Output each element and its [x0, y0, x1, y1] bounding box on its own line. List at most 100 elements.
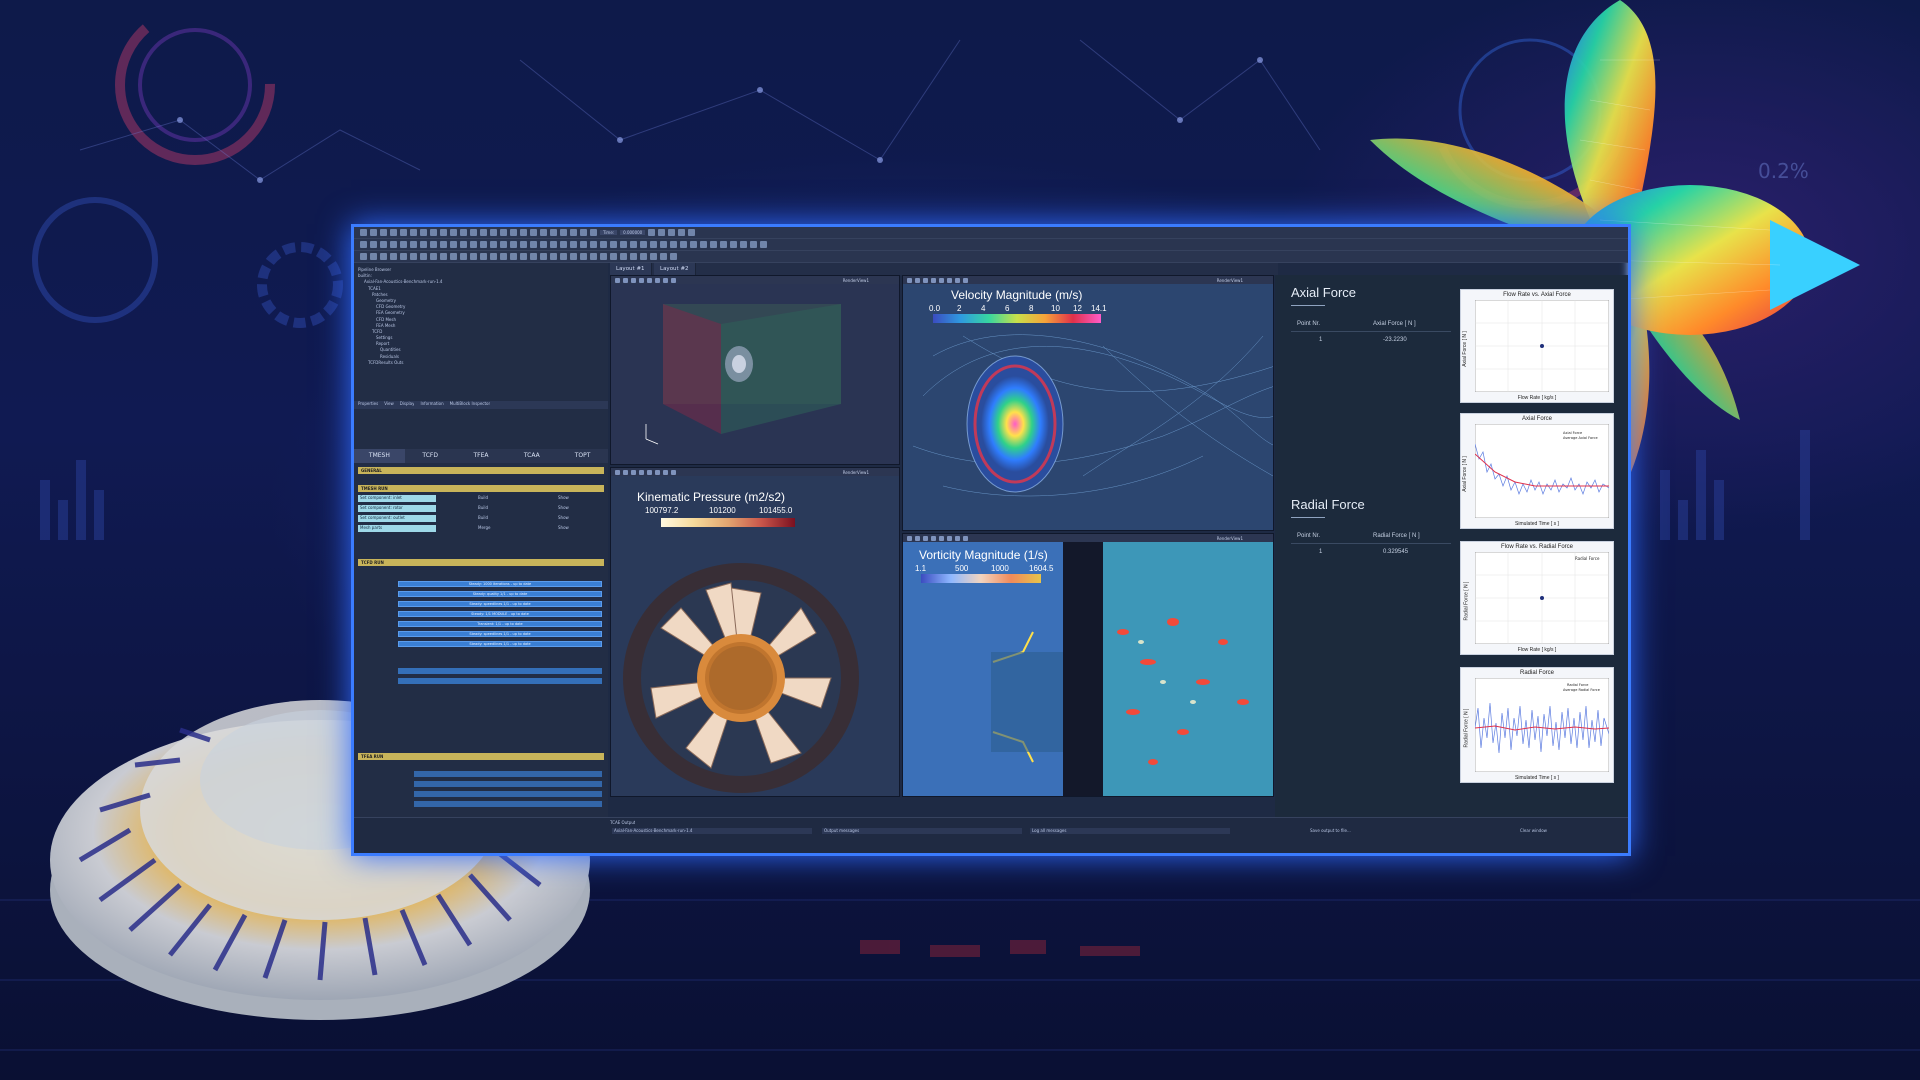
plot-title: Radial Force — [1519, 670, 1554, 676]
plot-radial-time[interactable]: Radial Force Radial Force Average Radial… — [1460, 667, 1614, 783]
tcfd-status-bar[interactable]: Transient: 1/1 - up to date — [398, 621, 602, 627]
tmesh-row[interactable]: Set component: inlet Build Show — [358, 494, 604, 504]
tmesh-rows: Set component: inlet Build Show Set comp… — [358, 494, 604, 534]
output-type-dropdown[interactable]: Output messages — [822, 828, 1022, 834]
plot-axial-time[interactable]: Axial Force Axial Force Average Axial Fo… — [1460, 413, 1614, 529]
tab-tcaa[interactable]: TCAA — [506, 449, 557, 463]
hero-scene: 0.2% Time: 0.000000 Pipeline Browser bui… — [0, 0, 1920, 1080]
render-view-velocity[interactable]: RenderView1 Velocity Magnitude (m/s) 0.0… — [902, 275, 1274, 531]
tab-display[interactable]: Display — [400, 401, 415, 409]
legend-entry: Radial Force — [1575, 556, 1600, 561]
plot-ylabel: Axial Force [ N ] — [1461, 331, 1468, 367]
plot-ylabel: Radial Force [ N ] — [1463, 581, 1470, 621]
tcfd-status-bar[interactable]: Steady: 1000 iterations - up to date — [398, 581, 602, 587]
pipeline-browser[interactable]: Pipeline Browser builtin: Axial-Fan-Acou… — [358, 267, 604, 397]
legend-entry: Average Radial Force — [1563, 688, 1600, 692]
tab-multiblock[interactable]: MultiBlock Inspector — [450, 401, 491, 409]
render-view-geometry[interactable]: RenderView1 — [610, 275, 900, 465]
tab-topt[interactable]: TOPT — [557, 449, 608, 463]
secondary-toolbar[interactable] — [354, 239, 1628, 251]
velocity-colorbar-title: Velocity Magnitude (m/s) — [951, 288, 1083, 302]
pressure-colorbar — [661, 518, 795, 527]
show-button[interactable]: Show — [558, 515, 569, 521]
colorbar-tick: 10 — [1051, 304, 1060, 313]
tmesh-row[interactable]: Mesh parts Merge Show — [358, 524, 604, 534]
colorbar-tick: 2 — [957, 304, 962, 313]
tcfd-status-bar[interactable]: Steady: 1/1 MODULE - up to date — [398, 611, 602, 617]
colorbar-tick: 101455.0 — [759, 506, 793, 515]
show-button[interactable]: Show — [558, 495, 569, 501]
show-button[interactable]: Show — [558, 525, 569, 531]
output-panel: TCAE Output Axial-Fan-Acoustics-Benchmar… — [354, 817, 1628, 853]
plot-flowrate-radial[interactable]: Flow Rate vs. Radial Force Radial Force … — [1460, 541, 1614, 655]
build-button[interactable]: Build — [478, 495, 488, 501]
merge-button[interactable]: Merge — [478, 525, 491, 531]
clear-window-button[interactable]: Clear window — [1520, 828, 1547, 834]
section-general: GENERAL — [358, 467, 604, 474]
radial-col-force: Radial Force [ N ] — [1373, 533, 1420, 539]
show-button[interactable]: Show — [558, 505, 569, 511]
colorbar-tick: 100797.2 — [645, 506, 679, 515]
colorbar-tick: 4 — [981, 304, 986, 313]
tmesh-row[interactable]: Set component: rotor Build Show — [358, 504, 604, 514]
left-panel: Pipeline Browser builtin: Axial-Fan-Acou… — [354, 263, 608, 853]
app-window: Time: 0.000000 Pipeline Browser builtin:… — [351, 224, 1631, 856]
legend-entry: Radial Force — [1567, 683, 1588, 687]
colorbar-tick: 1604.5 — [1029, 564, 1054, 573]
build-button[interactable]: Build — [478, 515, 488, 521]
main-toolbar[interactable]: Time: 0.000000 — [354, 227, 1628, 239]
filters-toolbar[interactable] — [354, 251, 1628, 263]
plot-xlabel: Flow Rate [ kg/s ] — [1517, 647, 1557, 653]
pipeline-item[interactable]: TCFDResults Outs — [358, 360, 604, 366]
output-source-dropdown[interactable]: Axial-Fan-Acoustics-Benchmark-run-1.4 — [612, 828, 812, 834]
tcfd-status-bar[interactable]: Steady: speedlines 1/1 - up to date — [398, 641, 602, 647]
axial-force-heading: Axial Force — [1291, 285, 1357, 300]
tab-properties[interactable]: Properties — [358, 401, 378, 409]
colorbar-tick: 6 — [1005, 304, 1010, 313]
save-output-button[interactable]: Save output to file... — [1310, 828, 1351, 834]
colorbar-tick: 1000 — [991, 564, 1009, 573]
vorticity-colorbar — [921, 574, 1041, 583]
plot-area: Radial Force — [1475, 552, 1609, 644]
render-view-pressure[interactable]: RenderView1 Kinematic Pressure (m2/s2) 1… — [610, 467, 900, 797]
tab-tfea[interactable]: TFEA — [456, 449, 507, 463]
tab-tcfd[interactable]: TCFD — [405, 449, 456, 463]
colorbar-tick: 12 — [1073, 304, 1082, 313]
data-point — [1540, 596, 1544, 600]
section-tcfd-run: TCFD RUN — [358, 559, 604, 566]
log-level-dropdown[interactable]: Log all messages — [1030, 828, 1230, 834]
render-view-vorticity[interactable]: RenderView1 Vorticity Magnitude (1/s) 1.… — [902, 533, 1274, 797]
axial-col-point: Point Nr. — [1297, 321, 1321, 327]
radial-row-value: 0.329545 — [1383, 549, 1409, 555]
vorticity-colorbar-title: Vorticity Magnitude (1/s) — [919, 548, 1048, 562]
plot-xlabel: Flow Rate [ kg/s ] — [1517, 395, 1557, 401]
axial-row-point: 1 — [1319, 337, 1323, 343]
tab-tmesh[interactable]: TMESH — [354, 449, 405, 463]
tab-information[interactable]: Information — [420, 401, 443, 409]
data-point — [1540, 344, 1544, 348]
tab-layout-2[interactable]: Layout #2 — [654, 263, 696, 275]
properties-tabs[interactable]: Properties View Display Information Mult… — [354, 401, 608, 409]
tmesh-row[interactable]: Set component: outlet Build Show — [358, 514, 604, 524]
plot-flowrate-axial[interactable]: Flow Rate vs. Axial Force Flow Rate [ kg… — [1460, 289, 1614, 403]
build-button[interactable]: Build — [478, 505, 488, 511]
tab-layout-1[interactable]: Layout #1 — [610, 263, 652, 275]
tcfd-status-bar[interactable]: Steady: speedlines 1/1 - up to date — [398, 601, 602, 607]
progress-bar — [414, 771, 602, 777]
tcfd-status-bar[interactable]: Steady: speedlines 1/1 - up to date — [398, 631, 602, 637]
colorbar-tick: 8 — [1029, 304, 1034, 313]
colorbar-tick: 500 — [955, 564, 969, 573]
velocity-tick-labels: 0.0 2 4 6 8 10 12 14.1 — [929, 304, 1109, 314]
tcfd-status-bar[interactable]: Steady: quality 1/1 - up to date — [398, 591, 602, 597]
tab-view[interactable]: View — [384, 401, 394, 409]
domain-box-render — [645, 304, 841, 445]
fan-pressure-render — [623, 563, 859, 793]
plot-xlabel: Simulated Time [ s ] — [1515, 521, 1559, 527]
plot-area — [1475, 300, 1609, 392]
velocity-colorbar — [933, 314, 1101, 323]
pressure-colorbar-title: Kinematic Pressure (m2/s2) — [637, 490, 786, 504]
colorbar-tick: 1.1 — [915, 564, 927, 573]
time-value-field[interactable]: 0.000000 — [620, 230, 646, 235]
plot-xlabel: Simulated Time [ s ] — [1515, 775, 1559, 781]
module-tabs[interactable]: TMESH TCFD TFEA TCAA TOPT — [354, 449, 608, 463]
